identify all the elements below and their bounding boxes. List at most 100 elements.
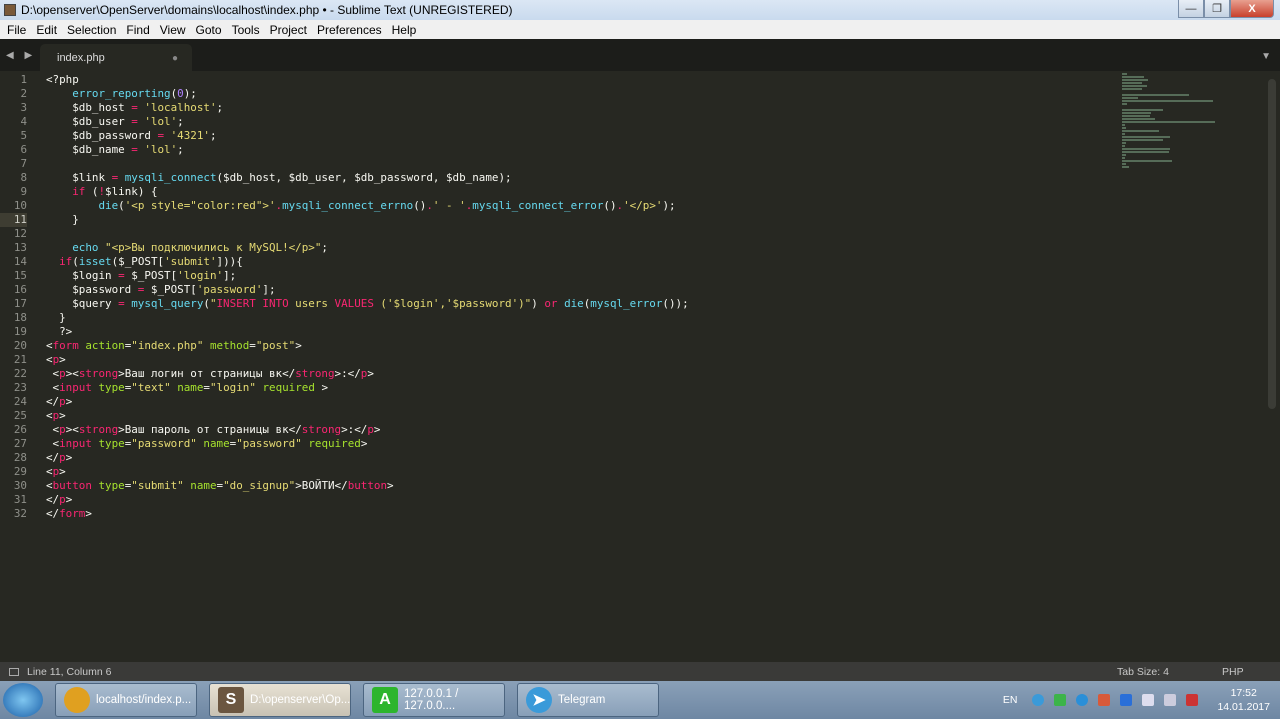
code-line[interactable]: 10 die('<p style="color:red">'.mysqli_co… [0,199,1280,213]
menu-find[interactable]: Find [121,23,154,37]
code-line[interactable]: 3 $db_host = 'localhost'; [0,101,1280,115]
modified-dot-icon[interactable]: ● [172,53,178,64]
network-icon[interactable] [1142,694,1155,706]
code-line[interactable]: 14 if(isset($_POST['submit'])){ [0,255,1280,269]
network-signal-icon[interactable] [1120,694,1133,706]
code-line[interactable]: 12 [0,227,1280,241]
code-line[interactable]: 20 <form action="index.php" method="post"… [0,339,1280,353]
panel-toggle-icon[interactable] [9,667,19,676]
code-line[interactable]: 9 if (!$link) { [0,185,1280,199]
code-token: < [46,381,60,394]
menu-goto[interactable]: Goto [191,23,227,37]
line-number: 14 [13,255,27,268]
code-token: >Ваш пароль от страницы вк</ [118,423,302,436]
menu-file[interactable]: File [2,23,31,37]
close-button[interactable]: X [1230,0,1274,18]
speaker-icon[interactable] [1098,694,1111,706]
minimap-line [1122,142,1126,144]
code-editor[interactable]: 1 <?php 2 error_reporting(0); 3 $db_host = … [0,71,1280,662]
code-line[interactable]: 31 </p> [0,493,1280,507]
code-line[interactable]: 18 } [0,311,1280,325]
code-line[interactable]: 5 $db_password = '4321'; [0,129,1280,143]
telegram-tray-icon[interactable] [1032,694,1045,706]
code-line[interactable]: 22 <p><strong>Ваш логин от страницы вк</… [0,367,1280,381]
vertical-scrollbar[interactable] [1268,79,1276,409]
code-line[interactable]: 4 $db_user = 'lol'; [0,115,1280,129]
taskbar-item[interactable]: S D:\openserver\Op... [209,683,351,717]
line-number: 25 [13,409,27,422]
tab-size-selector[interactable]: Tab Size: 4 [1117,666,1169,678]
tab-label: index.php [57,52,105,64]
code-token: </ [46,493,60,506]
code-line[interactable]: 1 <?php [0,73,1280,87]
code-line[interactable]: 25 <p> [0,409,1280,423]
code-token: 'password' [196,283,263,296]
code-token: '<p style="color:red">' [124,199,276,212]
code-line[interactable]: 2 error_reporting(0); [0,87,1280,101]
code-line[interactable]: 32 </form> [0,507,1280,521]
code-token: VALUES [334,297,374,310]
code-line[interactable]: 13 echo "<p>Вы подключились к MySQL!</p>… [0,241,1280,255]
taskbar-item-label: D:\openserver\Op... [250,694,351,706]
clock[interactable]: 17:52 14.01.2017 [1217,686,1270,714]
code-line[interactable]: 19 ?> [0,325,1280,339]
menu-preferences[interactable]: Preferences [312,23,387,37]
line-number: 30 [13,479,27,492]
minimap-line [1122,127,1126,129]
restore-button[interactable]: ❐ [1204,0,1230,18]
code-token: '4321' [170,129,210,142]
taskbar-item[interactable]: ➤ Telegram [517,683,659,717]
menu-tools[interactable]: Tools [227,23,265,37]
code-token: > [314,381,329,394]
code-line[interactable]: 8 $link = mysqli_connect($db_host, $db_u… [0,171,1280,185]
menu-selection[interactable]: Selection [62,23,121,37]
menu-project[interactable]: Project [265,23,312,37]
code-token: action [85,339,125,352]
language-indicator[interactable]: EN [1003,694,1018,706]
code-line[interactable]: 26 <p><strong>Ваш пароль от страницы вк<… [0,423,1280,437]
line-number: 6 [20,143,27,156]
tab-nav-arrows-icon[interactable]: ◀ ▶ [6,50,36,61]
code-line[interactable]: 30 <button type="submit" name="do_signup"… [0,479,1280,493]
code-token: ); [662,199,676,212]
menu-edit[interactable]: Edit [31,23,62,37]
code-token: ( [85,185,99,198]
code-token: ; [177,143,184,156]
openserver-flag-icon[interactable] [1054,694,1067,706]
code-token: > [367,367,374,380]
flag-alert-icon[interactable] [1186,694,1199,706]
line-number: 15 [13,269,27,282]
code-line[interactable]: 27 <input type="password" name="password… [0,437,1280,451]
code-line[interactable]: 15 $login = $_POST['login']; [0,269,1280,283]
code-line[interactable]: 28 </p> [0,451,1280,465]
menu-help[interactable]: Help [387,23,422,37]
line-number: 19 [13,325,27,338]
code-line[interactable]: 7 [0,157,1280,171]
start-button[interactable] [3,683,43,717]
minimap[interactable] [1122,73,1217,168]
code-line[interactable]: 11 } [0,213,1280,227]
code-token: $password [46,283,138,296]
line-number: 2 [20,87,27,100]
syntax-selector[interactable]: PHP [1222,666,1244,678]
code-line[interactable]: 23 <input type="text" name="login" requi… [0,381,1280,395]
menu-view[interactable]: View [155,23,191,37]
code-line[interactable]: 29 <p> [0,465,1280,479]
taskbar-item[interactable]: localhost/index.p... [55,683,197,717]
tab-list-dropdown-icon[interactable]: ▼ [1261,51,1271,62]
tab-index-php[interactable]: index.php ● [40,44,192,71]
code-line[interactable]: 21 <p> [0,353,1280,367]
minimap-line [1122,145,1125,147]
code-line[interactable]: 6 $db_name = 'lol'; [0,143,1280,157]
code-token: strong [78,423,119,436]
code-line[interactable]: 16 $password = $_POST['password']; [0,283,1280,297]
code-line[interactable]: 24 </p> [0,395,1280,409]
skype-tray-icon[interactable] [1076,694,1089,706]
code-token: $query [46,297,119,310]
code-token: $_POST[ [124,269,178,282]
code-token: $db_host [46,101,132,114]
volume-icon[interactable] [1164,694,1177,706]
minimize-button[interactable]: — [1178,0,1204,18]
taskbar-item[interactable]: A 127.0.0.1 / 127.0.0.... [363,683,505,717]
code-line[interactable]: 17 $query = mysql_query("INSERT INTO use… [0,297,1280,311]
